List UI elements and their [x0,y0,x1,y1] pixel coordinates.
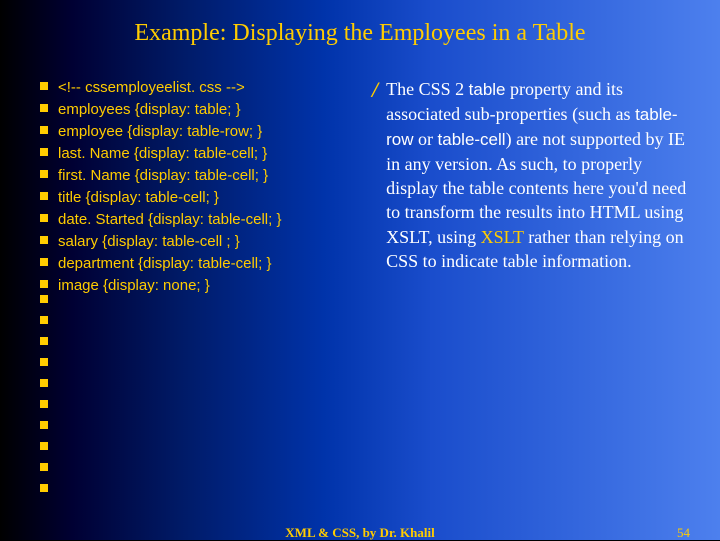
code-text: department {display: table-cell; } [58,253,271,274]
square-bullet-icon [40,258,48,266]
code-term: table [469,80,506,99]
code-line: department {display: table-cell; } [40,253,352,274]
code-text: employees {display: table; } [58,99,241,120]
code-line: first. Name {display: table-cell; } [40,165,352,186]
square-bullet-icon [40,442,48,450]
code-column: <!-- cssemployeelist. css --> employees … [40,77,352,297]
square-bullet-icon [40,214,48,222]
code-text: image {display: none; } [58,275,210,296]
code-line: date. Started {display: table-cell; } [40,209,352,230]
square-bullet-icon [40,104,48,112]
square-bullet-icon [40,463,48,471]
square-bullet-icon [40,236,48,244]
code-text: date. Started {display: table-cell; } [58,209,281,230]
square-bullet-icon [40,379,48,387]
square-bullet-icon [40,316,48,324]
square-bullet-icon [40,358,48,366]
body-text: or [414,129,438,149]
code-text: employee {display: table-row; } [58,121,262,142]
body-paragraph: The CSS 2 table property and its associa… [386,77,690,297]
code-text: salary {display: table-cell ; } [58,231,240,252]
text-column: / The CSS 2 table property and its assoc… [352,77,690,297]
code-text: <!-- cssemployeelist. css --> [58,77,245,98]
slash-bullet-icon: / [372,79,378,297]
code-line: last. Name {display: table-cell; } [40,143,352,164]
code-line: image {display: none; } [40,275,352,296]
square-bullet-icon [40,421,48,429]
square-bullet-icon [40,280,48,288]
footer-author: XML & CSS, by Dr. Khalil [285,525,434,541]
code-text: title {display: table-cell; } [58,187,219,208]
code-line: employees {display: table; } [40,99,352,120]
slide-title: Example: Displaying the Employees in a T… [0,0,720,47]
body-text: The CSS 2 [386,79,469,99]
square-bullet-icon [40,484,48,492]
square-bullet-icon [40,192,48,200]
code-line: <!-- cssemployeelist. css --> [40,77,352,98]
square-bullet-icon [40,126,48,134]
square-bullet-icon [40,170,48,178]
code-term: table-cell [438,130,506,149]
code-line: employee {display: table-row; } [40,121,352,142]
square-bullet-icon [40,82,48,90]
code-line: title {display: table-cell; } [40,187,352,208]
highlight-text: XSLT [481,227,524,247]
content-area: <!-- cssemployeelist. css --> employees … [0,47,720,297]
square-bullet-icon [40,337,48,345]
code-line: salary {display: table-cell ; } [40,231,352,252]
decorative-bullets [40,290,58,505]
square-bullet-icon [40,400,48,408]
code-text: last. Name {display: table-cell; } [58,143,267,164]
square-bullet-icon [40,295,48,303]
square-bullet-icon [40,148,48,156]
code-text: first. Name {display: table-cell; } [58,165,268,186]
page-number: 54 [677,525,690,541]
